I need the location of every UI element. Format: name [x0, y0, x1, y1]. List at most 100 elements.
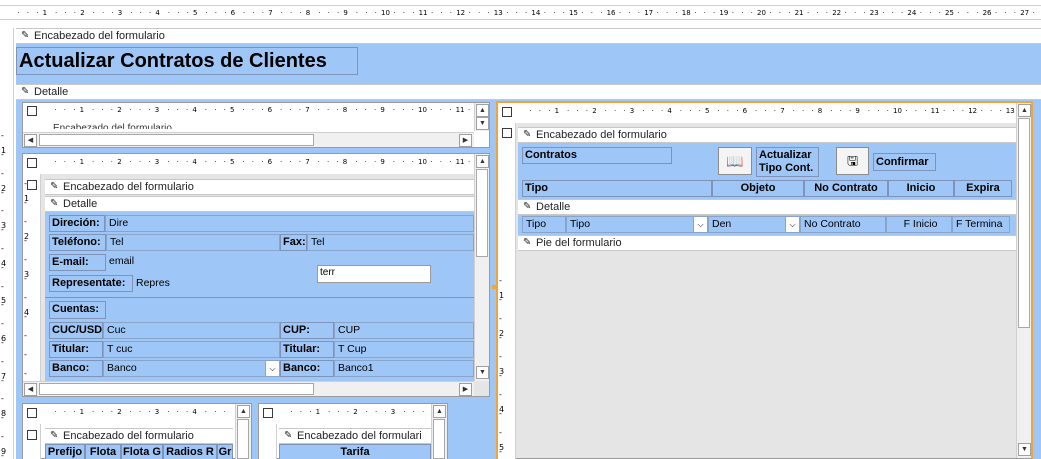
- form-selector[interactable]: [27, 106, 37, 116]
- scroll-up-icon[interactable]: ▲: [237, 405, 250, 418]
- subform-client-details[interactable]: · · · 1 · · · 2 · · · 3 · · · 4 · · · 5 · · · 6 · · · 7 · · · 8 · · · 9 · · · 1…: [22, 153, 490, 397]
- main-horizontal-ruler[interactable]: · · · 1 · · · 2 · · · 3 · · · 4 · · · 5 · · · 6 · · · 7 · · · 8 · · · 9 · · · 1…: [0, 8, 1041, 20]
- section-selector[interactable]: [502, 128, 512, 138]
- section-selector[interactable]: [27, 180, 37, 190]
- column-header-flota[interactable]: Flota: [85, 444, 121, 459]
- footer-section-bar[interactable]: ✎ Pie del formulario: [518, 235, 1016, 251]
- column-header-inicio[interactable]: Inicio: [888, 180, 954, 197]
- representante-label[interactable]: Representate:: [49, 275, 133, 292]
- scroll-thumb[interactable]: [39, 134, 314, 146]
- representante-field[interactable]: Repres: [133, 276, 313, 293]
- banco-cuc-combo[interactable]: Banco ⌵: [103, 360, 280, 377]
- scroll-down-icon[interactable]: ▼: [476, 366, 489, 379]
- header-section-bar[interactable]: ✎ Encabezado del formulario: [45, 428, 233, 444]
- column-header-radios-r[interactable]: Radios R: [163, 444, 217, 459]
- scroll-down-icon[interactable]: ▼: [1018, 443, 1031, 456]
- subform-bottom-tarifa[interactable]: · · · 1 · · · 2 · · · 3 · · · ✎ Encabezado del formula…: [258, 403, 448, 459]
- form-selector[interactable]: [27, 408, 37, 418]
- form-selector[interactable]: [263, 408, 273, 418]
- ruler-tick: ·: [186, 408, 189, 416]
- chevron-down-icon[interactable]: ⌵: [265, 361, 279, 376]
- scroll-left-icon[interactable]: ◀: [24, 383, 37, 396]
- update-type-button-label[interactable]: Actualizar Tipo Cont.: [756, 147, 819, 177]
- main-header-section-bar[interactable]: ✎ Encabezado del formulario: [16, 28, 1041, 44]
- column-header-flota-g[interactable]: Flota G: [121, 444, 163, 459]
- column-header-objeto[interactable]: Objeto: [712, 180, 804, 197]
- fax-label[interactable]: Fax:: [280, 234, 307, 251]
- cuc-field[interactable]: Cuc: [103, 322, 280, 339]
- subform-contracts[interactable]: · · · 1 · · · 2 · · · 3 · · · 4 · · · 5 · · · 6 · · · 7 · · · 8 · · · 9 · · · 1…: [497, 102, 1032, 459]
- vertical-scrollbar[interactable]: ▲ ▼: [474, 103, 489, 131]
- titular-cup-label[interactable]: Titular:: [280, 341, 334, 358]
- terr-field[interactable]: terr: [317, 265, 431, 283]
- chevron-down-icon[interactable]: ⌵: [785, 217, 799, 232]
- scroll-thumb[interactable]: [39, 383, 314, 395]
- cup-field[interactable]: CUP: [334, 322, 474, 339]
- form-selector[interactable]: [502, 107, 512, 117]
- detail-section-bar[interactable]: ✎ Detalle: [45, 196, 474, 212]
- objeto-combo[interactable]: Den ⌵: [708, 216, 800, 233]
- direccion-label[interactable]: Direción:: [49, 215, 105, 232]
- confirm-button-label[interactable]: Confirmar: [873, 153, 936, 171]
- cuentas-label[interactable]: Cuentas:: [49, 301, 106, 319]
- contratos-label[interactable]: Contratos: [522, 147, 672, 164]
- subform-top-small[interactable]: · · · 1 · · · 2 · · · 3 · · · 4 · · · 5 · · · 6 · · · 7 · · · 8 · · · 9 · · · 1…: [22, 102, 490, 148]
- detail-section-bar[interactable]: ✎ Detalle: [518, 199, 1016, 215]
- expira-field[interactable]: F Termina: [952, 216, 1010, 233]
- titular-cuc-label[interactable]: Titular:: [49, 341, 103, 358]
- scroll-up-icon[interactable]: ▲: [1018, 104, 1031, 117]
- telefono-field[interactable]: Tel: [106, 234, 280, 251]
- tipo-combo[interactable]: Tipo ⌵: [566, 216, 708, 233]
- header-section-bar[interactable]: ✎ Encabezado del formulario: [518, 127, 1016, 143]
- main-vertical-ruler[interactable]: 123456789------------------: [0, 28, 14, 459]
- page-title[interactable]: Actualizar Contratos de Clientes: [16, 47, 358, 75]
- column-header-no-contrato[interactable]: No Contrato: [804, 180, 888, 197]
- scroll-up-icon[interactable]: ▲: [476, 155, 489, 168]
- column-header-gr[interactable]: Gr: [217, 444, 233, 459]
- vertical-scrollbar[interactable]: ▲: [235, 404, 251, 459]
- column-header-expira[interactable]: Expira: [954, 180, 1012, 197]
- scroll-left-icon[interactable]: ◀: [24, 134, 37, 147]
- fax-field[interactable]: Tel: [307, 234, 474, 251]
- column-header-tipo[interactable]: Tipo: [522, 180, 712, 197]
- banco-cuc-label[interactable]: Banco:: [49, 360, 103, 377]
- scroll-right-icon[interactable]: ▶: [459, 383, 472, 396]
- selection-handle[interactable]: [492, 285, 496, 289]
- email-label[interactable]: E-mail:: [49, 254, 106, 271]
- telefono-label[interactable]: Teléfono:: [49, 234, 106, 251]
- inicio-field[interactable]: F Inicio: [886, 216, 952, 233]
- tipo-label[interactable]: Tipo: [522, 216, 566, 233]
- scroll-thumb[interactable]: [433, 419, 445, 459]
- no-contrato-field[interactable]: No Contrato: [800, 216, 886, 233]
- horizontal-scrollbar[interactable]: ◀ ▶: [23, 381, 474, 396]
- scroll-thumb[interactable]: [237, 419, 249, 459]
- section-selector[interactable]: [27, 430, 37, 440]
- cup-label[interactable]: CUP:: [280, 322, 334, 339]
- scroll-down-icon[interactable]: ▼: [476, 117, 489, 130]
- header-section-bar[interactable]: ✎ Encabezado del formulario: [45, 179, 474, 195]
- column-header-tarifa[interactable]: Tarifa: [279, 444, 431, 459]
- horizontal-scrollbar[interactable]: ◀ ▶: [23, 132, 474, 147]
- vertical-scrollbar[interactable]: ▲ ▼: [474, 154, 489, 381]
- scroll-up-icon[interactable]: ▲: [433, 405, 446, 418]
- main-detail-section-bar[interactable]: ✎ Detalle: [16, 84, 1041, 100]
- scroll-thumb[interactable]: [476, 169, 488, 257]
- header-section-bar[interactable]: ✎ Encabezado del formulari: [279, 428, 431, 444]
- vertical-scrollbar[interactable]: ▲ ▼: [1016, 103, 1031, 458]
- scroll-thumb[interactable]: [1018, 118, 1030, 328]
- book-icon-button[interactable]: 📖: [718, 147, 752, 175]
- titular-cup-field[interactable]: T Cup: [334, 341, 474, 358]
- direccion-field[interactable]: Dire: [105, 215, 474, 232]
- titular-cuc-field[interactable]: T cuc: [103, 341, 280, 358]
- banco-cup-label[interactable]: Banco:: [280, 360, 334, 377]
- chevron-down-icon[interactable]: ⌵: [693, 217, 707, 232]
- scroll-up-icon[interactable]: ▲: [476, 104, 489, 117]
- subform-bottom-left[interactable]: · · · 1 · · · 2 · · · 3 · · · 4 · · · ✎ Encabezado del for…: [22, 403, 252, 459]
- column-header-prefijo[interactable]: Prefijo: [45, 444, 85, 459]
- vertical-scrollbar[interactable]: ▲: [431, 404, 447, 459]
- cuc-label[interactable]: CUC/USD:: [49, 322, 103, 339]
- confirm-icon-button[interactable]: 🖫: [836, 147, 869, 175]
- banco-cup-field[interactable]: Banco1: [334, 360, 474, 377]
- form-selector[interactable]: [27, 158, 37, 168]
- scroll-right-icon[interactable]: ▶: [459, 134, 472, 147]
